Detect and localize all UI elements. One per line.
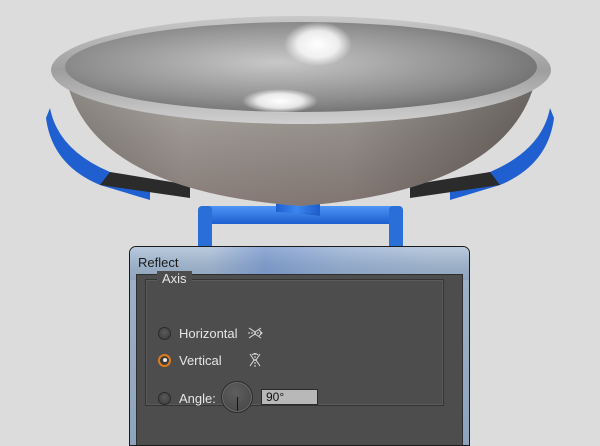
horizontal-option[interactable]: Horizontal xyxy=(158,323,238,343)
vertical-option[interactable]: Vertical xyxy=(158,350,222,370)
angle-input[interactable]: 90° xyxy=(261,389,318,405)
vertical-radio[interactable] xyxy=(158,353,171,367)
horizontal-label: Horizontal xyxy=(179,325,238,341)
vertical-label: Vertical xyxy=(179,352,222,368)
reflect-dialog: Reflect Axis Horizontal Vertical Angle: … xyxy=(129,246,470,446)
angle-dial-needle xyxy=(237,397,238,411)
angle-dial[interactable] xyxy=(221,381,253,413)
angle-radio[interactable] xyxy=(158,391,171,405)
dialog-title: Reflect xyxy=(138,255,179,270)
reflect-horizontal-icon xyxy=(248,327,263,339)
axis-legend: Axis xyxy=(157,271,192,286)
horizontal-radio[interactable] xyxy=(158,326,171,340)
angle-option[interactable]: Angle: xyxy=(158,388,216,408)
angle-label: Angle: xyxy=(179,390,216,406)
reflect-vertical-icon xyxy=(249,353,261,367)
